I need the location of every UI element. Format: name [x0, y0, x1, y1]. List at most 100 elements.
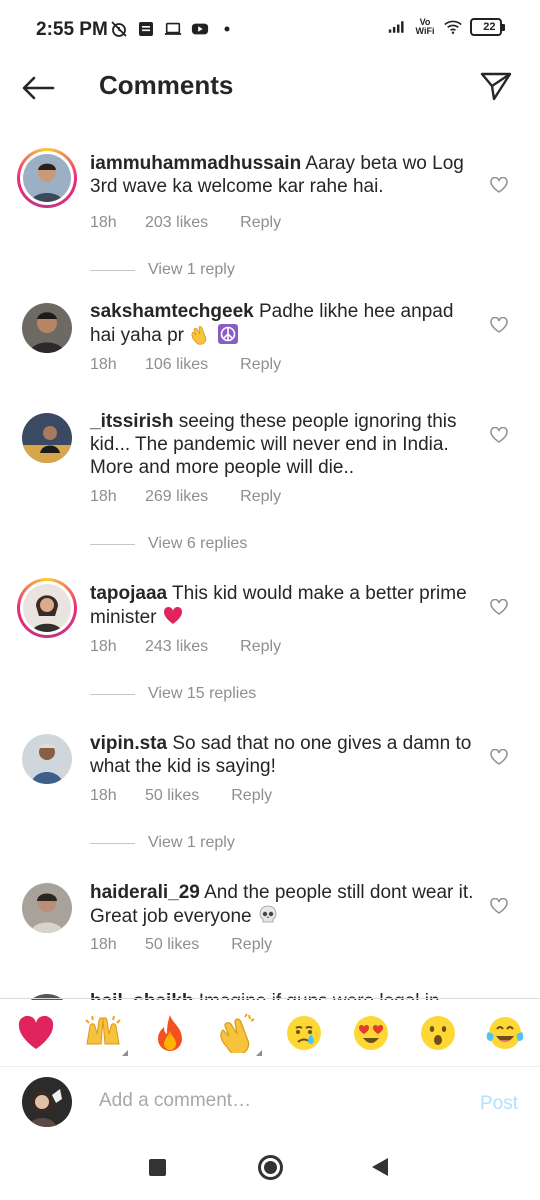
like-button[interactable] [488, 895, 510, 917]
avatar [23, 584, 71, 632]
system-navigation-bar [0, 1136, 540, 1200]
message-icon [137, 20, 155, 38]
comment-likes[interactable]: 106 likes [145, 356, 208, 374]
like-button[interactable] [488, 424, 510, 446]
emoji-tears-of-joy-button[interactable] [484, 1012, 526, 1054]
comment-likes[interactable]: 203 likes [145, 214, 208, 232]
comment-body: _itssirish seeing these people ignoring … [90, 410, 480, 479]
view-replies-button[interactable]: View 6 replies [90, 535, 247, 553]
like-button[interactable] [488, 746, 510, 768]
comment-likes[interactable]: 243 likes [145, 638, 208, 656]
comment-username[interactable]: iammuhammadhussain [90, 153, 301, 174]
like-button[interactable] [488, 174, 510, 196]
reply-button[interactable]: Reply [240, 638, 281, 656]
comment-username[interactable]: vipin.sta [90, 733, 167, 754]
comments-list[interactable]: iammuhammadhussain Aaray beta wo Log 3rd… [0, 140, 540, 1000]
alarm-off-icon [110, 20, 128, 38]
comment-time: 18h [90, 356, 117, 373]
laptop-icon [164, 20, 182, 38]
youtube-icon [191, 20, 209, 38]
status-notification-icons [110, 20, 236, 38]
heart-outline-icon [490, 317, 508, 333]
comment-time: 18h [90, 214, 117, 231]
heart-eyes-face-icon [353, 1015, 388, 1050]
dot-icon [218, 20, 236, 38]
emoji-raising-hands-button[interactable] [82, 1012, 128, 1056]
current-user-avatar [22, 1077, 72, 1127]
avatar-story-ring[interactable] [17, 148, 77, 208]
clapping-hands-icon [189, 323, 211, 345]
emoji-surprised-face-button[interactable] [417, 1012, 459, 1054]
comment-meta: 18h 50 likes Reply [90, 936, 272, 954]
view-replies-button[interactable]: View 15 replies [90, 685, 256, 703]
comment-meta: 18h 203 likes Reply [90, 214, 281, 232]
comment-body: sakshamtechgeek Padhe likhe hee anpad ha… [90, 300, 480, 347]
share-button[interactable] [478, 68, 514, 104]
avatar[interactable] [22, 734, 72, 784]
emoji-clapping-hands-button[interactable] [216, 1012, 262, 1056]
signal-icon [388, 18, 406, 36]
heart-outline-icon [490, 749, 508, 765]
replies-divider [90, 693, 135, 695]
reply-button[interactable]: Reply [240, 214, 281, 232]
comment-composer: Post [0, 1066, 540, 1136]
emoji-fire-button[interactable] [149, 1012, 191, 1054]
view-replies-button[interactable]: View 1 reply [90, 834, 235, 852]
comment-username[interactable]: tapojaaa [90, 583, 167, 604]
skull-icon [257, 904, 279, 926]
comment-username[interactable]: haiderali_29 [90, 882, 200, 903]
fire-icon [157, 1014, 182, 1051]
replies-divider [90, 269, 135, 271]
avatar[interactable] [22, 303, 72, 353]
avatar[interactable] [22, 883, 72, 933]
view-replies-button[interactable]: View 1 reply [90, 261, 235, 279]
comment-username[interactable]: _itssirish [90, 411, 173, 432]
comment-time: 18h [90, 638, 117, 655]
comment-username[interactable]: sakshamtechgeek [90, 301, 254, 322]
heart-outline-icon [490, 177, 508, 193]
emoji-crying-face-button[interactable] [283, 1012, 325, 1054]
vowifi-label: Vo WiFi [415, 17, 435, 36]
replies-divider [90, 543, 135, 545]
raising-hands-icon [84, 1015, 121, 1044]
reply-button[interactable]: Reply [240, 488, 281, 506]
back-arrow-icon [22, 76, 55, 100]
crying-face-icon [286, 1015, 321, 1050]
battery-level: 22 [483, 21, 496, 33]
comment-time: 18h [90, 936, 117, 953]
status-time: 2:55 PM [36, 19, 108, 40]
comment-meta: 18h 50 likes Reply [90, 787, 272, 805]
system-back-button[interactable] [372, 1158, 388, 1176]
emoji-red-heart-button[interactable] [15, 1012, 57, 1054]
avatar[interactable] [22, 413, 72, 463]
like-button[interactable] [488, 314, 510, 336]
comment-likes[interactable]: 269 likes [145, 488, 208, 506]
reply-button[interactable]: Reply [240, 356, 281, 374]
comment-likes[interactable]: 50 likes [145, 787, 199, 805]
recent-apps-button[interactable] [149, 1159, 166, 1176]
comment-input[interactable] [99, 1090, 459, 1112]
reply-button[interactable]: Reply [231, 787, 272, 805]
comment-meta: 18h 106 likes Reply [90, 356, 281, 374]
like-button[interactable] [488, 596, 510, 618]
post-button[interactable]: Post [480, 1093, 518, 1115]
avatar-story-ring[interactable] [17, 578, 77, 638]
emoji-quick-bar [0, 998, 540, 1066]
view-replies-label: View 15 replies [148, 685, 257, 702]
heart-outline-icon [490, 599, 508, 615]
avatar [23, 154, 71, 202]
replies-divider [90, 842, 135, 844]
comment-body: iammuhammadhussain Aaray beta wo Log 3rd… [90, 152, 480, 198]
home-button[interactable] [258, 1155, 283, 1180]
status-bar: 2:55 PM Vo WiFi 22 [0, 0, 540, 60]
emoji-heart-eyes-button[interactable] [350, 1012, 392, 1054]
clapping-hands-icon [219, 1012, 255, 1053]
variant-indicator-icon [255, 1049, 262, 1056]
tears-of-joy-face-icon [486, 1016, 523, 1049]
reply-button[interactable]: Reply [231, 936, 272, 954]
red-heart-icon [18, 1015, 53, 1049]
comment-likes[interactable]: 50 likes [145, 936, 199, 954]
back-button[interactable] [18, 68, 58, 108]
paper-plane-icon [480, 72, 512, 101]
status-system-icons: Vo WiFi 22 [388, 17, 505, 36]
